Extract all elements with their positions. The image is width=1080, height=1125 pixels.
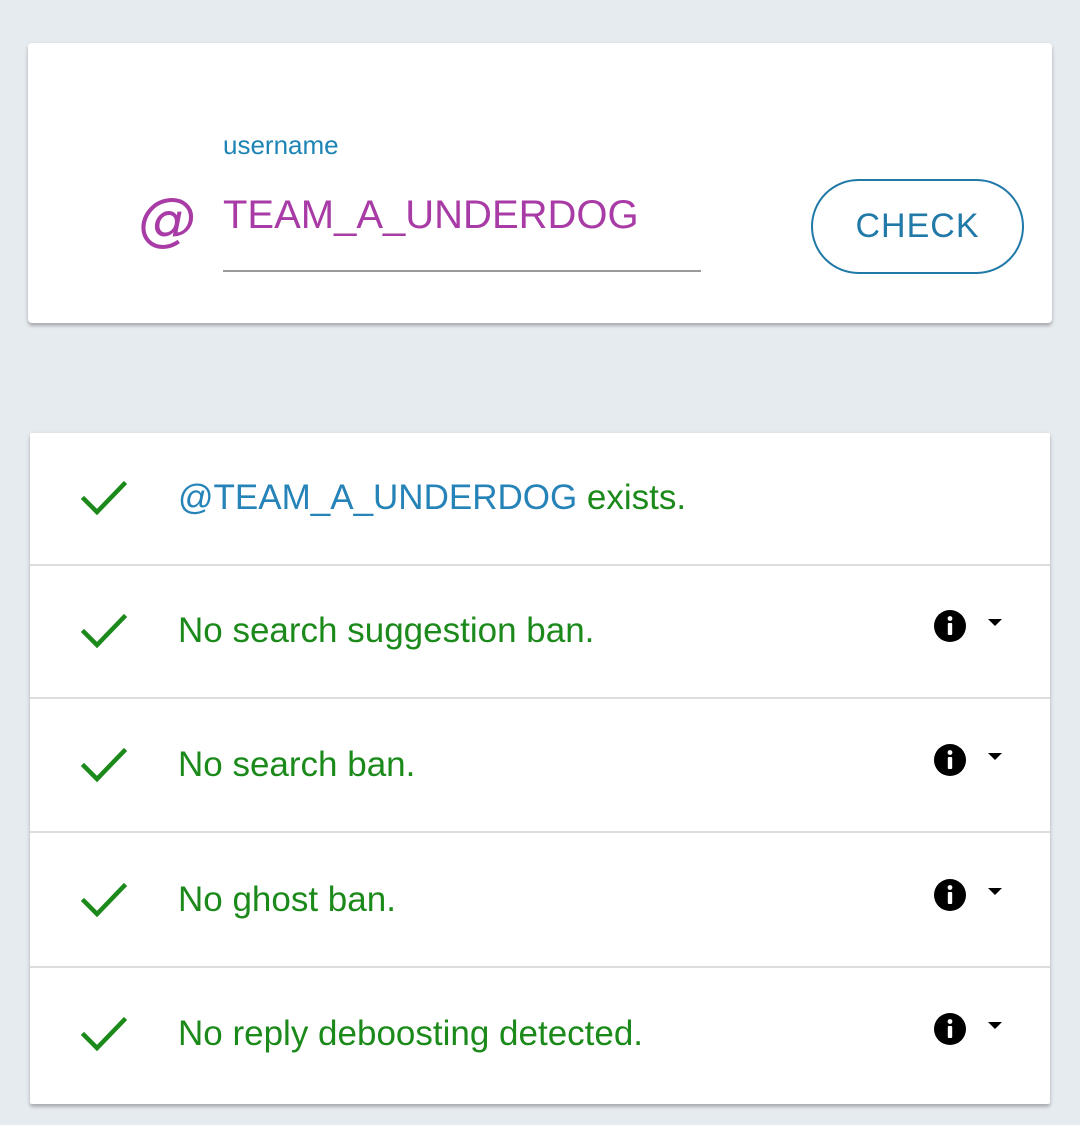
check-button[interactable]: CHECK: [811, 179, 1024, 274]
dropdown-arrow-icon[interactable]: [985, 750, 1005, 764]
result-row-exists: @TEAM_A_UNDERDOG exists.: [30, 433, 1050, 566]
info-icon[interactable]: [933, 878, 967, 912]
username-search-card: @ username CHECK: [28, 43, 1052, 323]
result-text: No ghost ban.: [178, 880, 396, 919]
username-label: username: [223, 130, 339, 160]
result-row-search-ban: No search ban.: [30, 700, 1050, 833]
info-icon[interactable]: [933, 743, 967, 777]
checkmark-icon: [80, 480, 128, 516]
result-text: No search ban.: [178, 745, 416, 784]
at-symbol-icon: @: [138, 185, 196, 253]
result-row-search-suggestion-ban: No search suggestion ban.: [30, 566, 1050, 699]
exists-text: exists.: [577, 478, 687, 517]
result-text: No search suggestion ban.: [178, 611, 595, 650]
username-input[interactable]: [223, 190, 701, 272]
checkmark-icon: [80, 613, 128, 649]
info-icon[interactable]: [933, 609, 967, 643]
checkmark-icon: [80, 747, 128, 783]
dropdown-arrow-icon[interactable]: [985, 885, 1005, 899]
info-icon[interactable]: [933, 1012, 967, 1046]
dropdown-arrow-icon[interactable]: [985, 1019, 1005, 1033]
results-card: @TEAM_A_UNDERDOG exists. No search sugge…: [30, 433, 1050, 1104]
result-row-ghost-ban: No ghost ban.: [30, 835, 1050, 968]
checkmark-icon: [80, 882, 128, 918]
dropdown-arrow-icon[interactable]: [985, 616, 1005, 630]
result-row-reply-deboosting: No reply deboosting detected.: [30, 969, 1050, 1102]
username-handle[interactable]: @TEAM_A_UNDERDOG: [178, 478, 577, 517]
result-text: @TEAM_A_UNDERDOG exists.: [178, 477, 686, 519]
checkmark-icon: [80, 1016, 128, 1052]
result-text: No reply deboosting detected.: [178, 1014, 644, 1053]
